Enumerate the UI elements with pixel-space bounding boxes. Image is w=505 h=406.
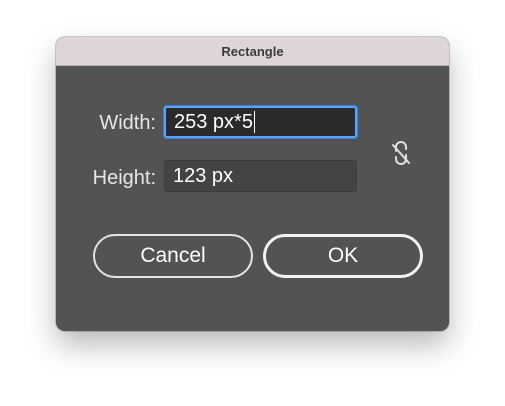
text-caret	[253, 111, 255, 133]
unlink-icon[interactable]	[386, 138, 416, 168]
cancel-label: Cancel	[140, 244, 206, 267]
ok-button[interactable]: OK	[263, 234, 423, 278]
titlebar[interactable]: Rectangle	[56, 37, 449, 66]
rectangle-dialog: Rectangle Width: 253 px*5 Height: 123 px…	[56, 37, 449, 331]
height-input[interactable]: 123 px	[164, 160, 357, 192]
height-label: Height:	[92, 167, 156, 189]
width-label: Width:	[99, 112, 156, 134]
height-value: 123 px	[173, 164, 234, 187]
width-value: 253 px*5	[174, 110, 253, 133]
ok-label: OK	[327, 244, 359, 267]
dialog-title: Rectangle	[221, 43, 284, 59]
width-input[interactable]: 253 px*5	[164, 106, 357, 138]
cancel-button[interactable]: Cancel	[93, 234, 253, 278]
